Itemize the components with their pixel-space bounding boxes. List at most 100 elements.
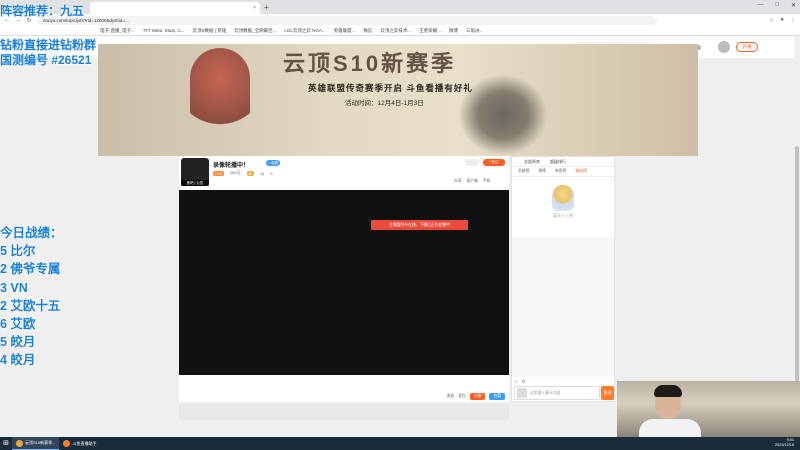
room-meta: · xyxy=(284,160,286,165)
client-link[interactable]: 客户端 xyxy=(467,179,478,184)
webcam-feed xyxy=(617,381,800,437)
overlay-stat-line: 2 艾欧十五 xyxy=(0,298,61,313)
browser-tab-active[interactable]: × xyxy=(90,2,260,14)
minimize-icon[interactable]: — xyxy=(757,2,763,9)
offline-message: 主播暂时不在线，下播后正在轮播中 xyxy=(371,220,468,230)
gift-button[interactable]: 礼物 xyxy=(469,393,486,400)
bookmark-item[interactable]: 王者荣耀... xyxy=(419,28,441,34)
maximize-icon[interactable]: □ xyxy=(775,2,779,9)
scroll-thumb[interactable] xyxy=(795,146,799,406)
taskbar-item-douyu[interactable]: 斗鱼直播助手 xyxy=(59,437,100,450)
mobile-link[interactable]: 手机 xyxy=(483,179,491,184)
recharge-button[interactable]: 充值 xyxy=(489,393,505,400)
user-avatar[interactable] xyxy=(718,41,730,53)
bookmark-item[interactable]: 云顶之弈技术... xyxy=(380,28,411,34)
taskbar-item-label: 斗鱼直播助手 xyxy=(72,440,97,446)
overlay-stat-line: 3 VN xyxy=(0,280,28,295)
banner-title: 云顶S10新赛季 xyxy=(283,51,457,76)
menu-icon[interactable]: ⋮ xyxy=(790,17,796,24)
chat-user-icon xyxy=(517,388,527,398)
banner-subtitle: 英雄联盟传奇赛季开启 斗鱼看播有好礼 xyxy=(308,83,473,93)
streamer-hair xyxy=(654,385,682,397)
rank-head-super[interactable]: 超级排行 xyxy=(550,159,566,165)
new-tab-icon[interactable]: + xyxy=(264,2,269,14)
hot-stat: 100万 xyxy=(229,170,241,175)
bookmark-item[interactable]: 云顶数据_全网最佳... xyxy=(234,28,276,34)
star-icon[interactable]: ☆ xyxy=(769,17,774,24)
room-tools: 分享 客户端 手机 xyxy=(454,179,491,184)
overlay-lineup: 阵容推荐：九五 xyxy=(0,4,85,18)
taskbar-item-browser[interactable]: 云顶S10新赛季... xyxy=(12,437,60,450)
tab-fans[interactable]: 粉丝榜 xyxy=(575,169,586,174)
overlay-stat-line: 5 比尔 xyxy=(0,244,36,259)
overlay-info: 钻粉直接进钻粉群 国测编号 #26521 xyxy=(0,38,96,68)
rank-empty-text: 暂无人上榜 xyxy=(553,213,573,218)
bookmark-item[interactable]: 微信 xyxy=(363,28,372,34)
open-live-button[interactable]: 开播 xyxy=(736,42,758,52)
chat-placeholder: 这里输入聊天内容 xyxy=(530,390,561,395)
overlay-stat-line: 4 皎月 xyxy=(0,353,36,368)
overlay-stat-line: 6 艾欧 xyxy=(0,317,36,332)
bookmark-item[interactable]: 电子·直播_电子... xyxy=(100,28,135,34)
chat-settings-icon[interactable]: ⚙ xyxy=(522,379,526,385)
close-icon[interactable]: × xyxy=(253,5,256,11)
douyu-icon xyxy=(63,440,71,447)
bookmark-item[interactable]: 云顶S数据 | 英雄 xyxy=(192,28,226,34)
overlay-stats: 今日战绩： 5 比尔 2 佛爷专属 3 VN 2 艾欧十五 6 艾欧 5 皎月 … xyxy=(0,224,63,370)
system-tray-clock[interactable]: 9:01 2023/12/16 xyxy=(775,438,794,448)
taskbar-item-label: 云顶S10新赛季... xyxy=(25,440,56,445)
bookmark-item[interactable]: 微博 xyxy=(449,28,458,34)
rank-head-all[interactable]: 全部贵宾 xyxy=(524,159,540,165)
tab-contribution[interactable]: 贡献榜 xyxy=(518,169,529,174)
send-button[interactable]: 发送 xyxy=(601,386,614,400)
address-bar-row: ← → ↻ douyu.com/topic/jxfs?rid=12000&dys… xyxy=(0,14,800,26)
window-controls: — □ ✕ xyxy=(757,2,796,9)
window-close-icon[interactable]: ✕ xyxy=(791,2,796,9)
chat-area xyxy=(512,237,614,377)
room-title: 录像轮播中！ xyxy=(213,163,250,169)
chat-input[interactable]: 这里输入聊天内容 xyxy=(514,386,600,400)
windows-start-icon[interactable]: ⊞ xyxy=(0,437,12,450)
chrome-icon xyxy=(16,439,23,447)
emoji-icon[interactable]: ☺ xyxy=(514,379,519,385)
rank-header: 全部贵宾 超级排行 xyxy=(512,157,614,167)
level-badge: LV8 xyxy=(213,170,224,176)
people-stat: 11 xyxy=(260,170,265,176)
overlay-stat-line: 5 皎月 xyxy=(0,335,36,350)
share-link[interactable]: 分享 xyxy=(454,179,462,184)
event-banner[interactable]: 云顶S10新赛季 英雄联盟传奇赛季开启 斗鱼看播有好礼 活动时间：12月4日-1… xyxy=(98,44,698,156)
bookmark-item[interactable]: 英雄联盟... xyxy=(334,28,356,34)
tab-intimacy[interactable]: 亲密榜 xyxy=(555,169,566,174)
overlay-stats-title: 今日战绩： xyxy=(0,226,63,240)
video-player[interactable]: 主播暂时不在线，下播后正在轮播中 xyxy=(179,190,509,375)
bookmark-item[interactable]: LOL云顶之弈 NGA... xyxy=(284,28,325,34)
page-scrollbar[interactable] xyxy=(794,36,800,436)
gift-stat: 0 xyxy=(270,170,273,176)
watch-together-badge[interactable]: 一起看 xyxy=(266,160,280,166)
taskbar: ⊞ 云顶S10新赛季... 斗鱼直播助手 9:01 2023/12/16 xyxy=(0,437,800,450)
bookmark-item[interactable]: 三角洲... xyxy=(466,28,483,34)
url-field[interactable]: douyu.com/topic/jxfs?rid=12000&dyshid=..… xyxy=(37,15,657,25)
overlay-info-line: 国测编号 #26521 xyxy=(0,53,92,67)
clock-date: 2023/12/16 xyxy=(774,443,794,447)
right-panel: 全部贵宾 超级排行 贡献榜 周榜 亲密榜 粉丝榜 暂无人上榜 ☺ ⚙ 这里输入聊… xyxy=(511,156,615,402)
banner-date: 活动时间：12月4日-1月3日 xyxy=(345,100,424,107)
gift-strip xyxy=(179,404,509,420)
room-stats: LV8 100万 ★ 11 0 xyxy=(213,170,273,176)
bookmarks-bar: 电子·直播_电子... TFT Meta, Stats, C... 云顶S数据 | … xyxy=(0,26,800,36)
banner-character-left xyxy=(190,48,250,148)
backpack-link[interactable]: 背包 xyxy=(458,394,466,399)
noble-link[interactable]: 贵族 xyxy=(447,394,455,399)
rank-empty: 暂无人上榜 xyxy=(512,177,614,227)
anchor-tag: 鱼吧 | 公告 xyxy=(181,180,209,186)
bookmark-item[interactable]: TFT Meta, Stats, C... xyxy=(143,28,185,33)
tab-weekly[interactable]: 周榜 xyxy=(538,169,546,174)
follow-button[interactable]: +关注 xyxy=(483,159,505,166)
rank-tabs: 贡献榜 周榜 亲密榜 粉丝榜 xyxy=(512,167,614,177)
overlay-info-line: 钻粉直接进钻粉群 xyxy=(0,38,97,52)
fans-badge-icon: ★ xyxy=(246,170,255,176)
share-toggle[interactable] xyxy=(465,159,479,166)
address-icons: ☆ ● ⋮ xyxy=(769,17,796,24)
streamer-body xyxy=(639,419,701,437)
profile-icon[interactable]: ● xyxy=(780,17,784,24)
